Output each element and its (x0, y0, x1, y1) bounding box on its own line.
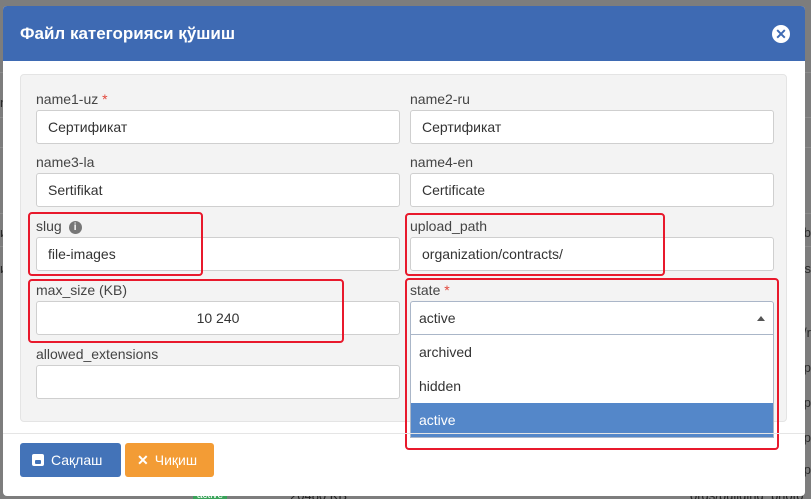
max-size-label: max_size (KB) (36, 282, 128, 298)
name1-uz-label-text: name1-uz (36, 91, 99, 107)
name4-en-input[interactable]: Certificate (410, 173, 774, 207)
name1-uz-label: name1-uz * (36, 91, 108, 107)
state-dropdown: archived hidden active (410, 335, 774, 438)
state-select[interactable]: active (410, 301, 774, 335)
name4-en-label: name4-en (410, 154, 474, 170)
modal-header: Файл категорияси қўшиш ✕ (3, 6, 805, 61)
allowed-extensions-label: allowed_extensions (36, 346, 159, 362)
state-label-text: state (410, 282, 441, 298)
name3-la-input[interactable]: Sertifikat (36, 173, 400, 207)
state-selected-value: active (419, 310, 456, 326)
state-option-archived[interactable]: archived (411, 335, 773, 369)
name2-ru-label: name2-ru (410, 91, 470, 107)
upload-path-input[interactable]: organization/contracts/ (410, 237, 774, 271)
state-option-active[interactable]: active (411, 403, 773, 437)
exit-button-label: Чиқиш (154, 452, 198, 468)
caret-up-icon (757, 316, 765, 321)
name1-uz-input[interactable]: Сертификат (36, 110, 400, 144)
slug-label-text: slug (36, 218, 62, 234)
close-icon[interactable]: ✕ (772, 25, 790, 43)
floppy-disk-icon (32, 454, 44, 466)
allowed-extensions-input[interactable] (36, 365, 400, 399)
max-size-input[interactable]: 10 240 (36, 301, 400, 335)
save-button[interactable]: Сақлаш (20, 443, 121, 477)
required-mark: * (102, 91, 108, 107)
info-icon[interactable]: i (68, 221, 82, 234)
exit-button[interactable]: ✕ Чиқиш (125, 443, 214, 477)
footer-divider (3, 433, 805, 434)
required-mark: * (444, 282, 450, 298)
times-icon: ✕ (137, 452, 149, 468)
add-file-category-modal: Файл категорияси қўшиш ✕ name1-uz * Серт… (3, 6, 805, 496)
name2-ru-input[interactable]: Сертификат (410, 110, 774, 144)
modal-title: Файл категорияси қўшиш (20, 24, 236, 43)
name3-la-label: name3-la (36, 154, 95, 170)
save-button-label: Сақлаш (51, 452, 103, 468)
upload-path-label: upload_path (410, 218, 488, 234)
slug-label: slug i (36, 218, 82, 234)
state-label: state * (410, 282, 450, 298)
state-option-hidden[interactable]: hidden (411, 369, 773, 403)
slug-input[interactable]: file-images (36, 237, 400, 271)
